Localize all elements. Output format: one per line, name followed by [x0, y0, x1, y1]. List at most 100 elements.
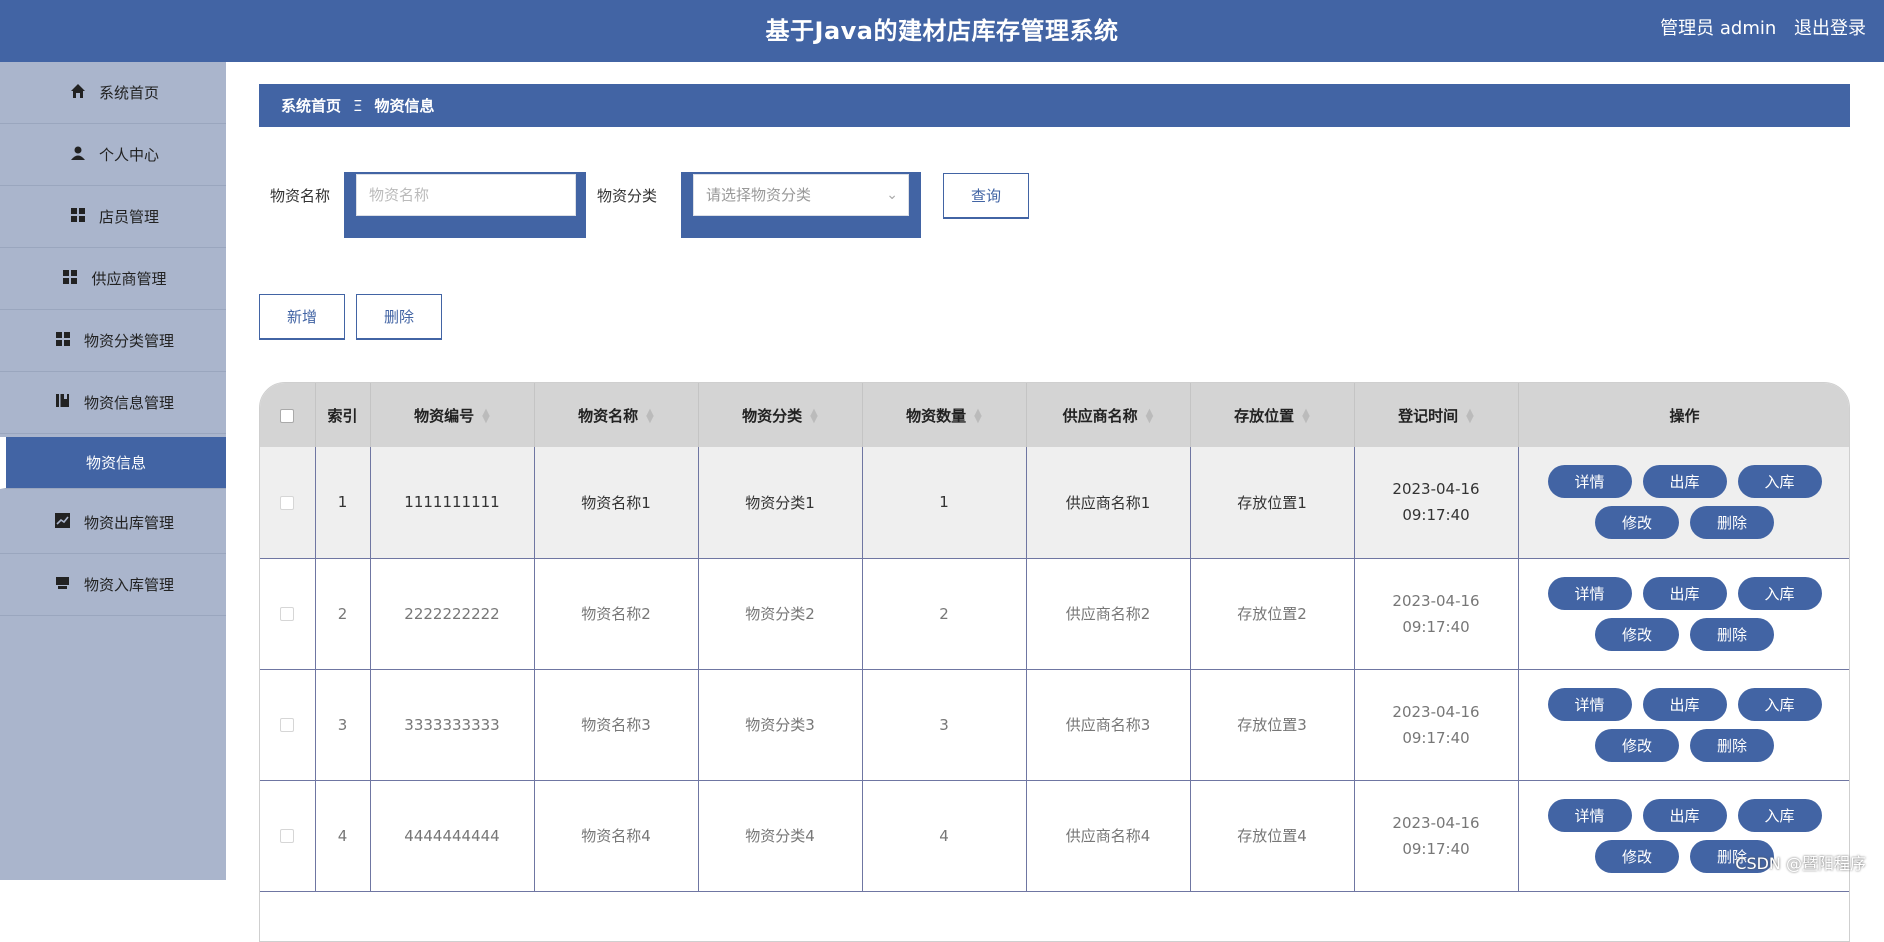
sort-icon[interactable]: ▲▼: [810, 409, 818, 423]
edit-button[interactable]: 修改: [1595, 618, 1679, 651]
table-header: 索引 物资编号▲▼ 物资名称▲▼ 物资分类▲▼ 物资数量▲▼ 供应商名称▲▼ 存…: [260, 383, 1850, 447]
in-button[interactable]: 入库: [1738, 577, 1822, 610]
breadcrumb-home[interactable]: 系统首页: [281, 95, 341, 116]
cell-ops: 详情 出库 入库 修改 删除: [1518, 780, 1850, 891]
category-select-placeholder: 请选择物资分类: [706, 186, 811, 204]
cell-supplier: 供应商名称2: [1026, 558, 1190, 669]
sidebar-item-label: 系统首页: [99, 82, 159, 103]
cell-time: 2023-04-16 09:17:40: [1354, 669, 1518, 780]
sort-icon[interactable]: ▲▼: [1302, 409, 1310, 423]
sidebar-item-material-manage[interactable]: 物资信息管理: [0, 372, 226, 434]
column-header-label: 存放位置: [1234, 407, 1294, 425]
app-title: 基于Java的建材店库存管理系统: [0, 0, 1884, 62]
table-row: 2 2222222222 物资名称2 物资分类2 2 供应商名称2 存放位置2 …: [260, 558, 1850, 669]
chevron-down-icon: ⌄: [886, 175, 898, 215]
sidebar-item-category[interactable]: 物资分类管理: [0, 310, 226, 372]
cell-category: 物资分类2: [698, 558, 862, 669]
cell-qty: 3: [862, 669, 1026, 780]
out-button[interactable]: 出库: [1643, 465, 1727, 498]
edit-button[interactable]: 修改: [1595, 506, 1679, 539]
cell-ops: 详情 出库 入库 修改 删除: [1518, 447, 1850, 558]
breadcrumb: 系统首页 Ξ 物资信息: [259, 84, 1850, 127]
sidebar-item-inbound[interactable]: 物资入库管理: [0, 554, 226, 616]
row-checkbox[interactable]: [280, 607, 294, 621]
select-all-checkbox[interactable]: [280, 409, 294, 423]
sort-icon[interactable]: ▲▼: [974, 409, 982, 423]
row-checkbox[interactable]: [280, 496, 294, 510]
column-header-code[interactable]: 物资编号 ▲▼: [370, 383, 534, 447]
sidebar-item-profile[interactable]: 个人中心: [0, 124, 226, 186]
row-delete-button[interactable]: 删除: [1690, 506, 1774, 539]
column-header-location[interactable]: 存放位置 ▲▼: [1190, 383, 1354, 447]
column-header-time[interactable]: 登记时间 ▲▼: [1354, 383, 1518, 447]
sidebar-item-home[interactable]: 系统首页: [0, 62, 226, 124]
cell-category: 物资分类4: [698, 780, 862, 891]
table-row: 4 4444444444 物资名称4 物资分类4 4 供应商名称4 存放位置4 …: [260, 780, 1850, 891]
cell-name: 物资名称3: [534, 669, 698, 780]
cell-name: 物资名称1: [534, 447, 698, 558]
sidebar-item-material-info[interactable]: 物资信息: [0, 437, 226, 489]
detail-button[interactable]: 详情: [1548, 465, 1632, 498]
row-select-cell: [260, 780, 315, 891]
cell-supplier: 供应商名称1: [1026, 447, 1190, 558]
sidebar-item-staff[interactable]: 店员管理: [0, 186, 226, 248]
sort-icon[interactable]: ▲▼: [646, 409, 654, 423]
out-button[interactable]: 出库: [1643, 577, 1727, 610]
row-delete-button[interactable]: 删除: [1690, 618, 1774, 651]
in-button[interactable]: 入库: [1738, 465, 1822, 498]
sidebar-item-label: 物资出库管理: [84, 512, 174, 533]
column-header-label: 物资分类: [742, 407, 802, 425]
sort-icon[interactable]: ▲▼: [1146, 409, 1154, 423]
sort-icon[interactable]: ▲▼: [482, 409, 490, 423]
cell-time: 2023-04-16 09:17:40: [1354, 780, 1518, 891]
out-button[interactable]: 出库: [1643, 688, 1727, 721]
cell-supplier: 供应商名称4: [1026, 780, 1190, 891]
cell-qty: 2: [862, 558, 1026, 669]
column-header-qty[interactable]: 物资数量 ▲▼: [862, 383, 1026, 447]
user-role: 管理员 admin: [1660, 18, 1776, 39]
cell-time: 2023-04-16 09:17:40: [1354, 447, 1518, 558]
row-checkbox[interactable]: [280, 829, 294, 843]
logout-link[interactable]: 退出登录: [1794, 18, 1866, 39]
edit-button[interactable]: 修改: [1595, 840, 1679, 873]
add-button[interactable]: 新增: [259, 294, 345, 340]
material-table: 索引 物资编号▲▼ 物资名称▲▼ 物资分类▲▼ 物资数量▲▼ 供应商名称▲▼ 存…: [259, 382, 1850, 942]
column-header-label: 物资数量: [906, 407, 966, 425]
column-header-label: 登记时间: [1398, 407, 1458, 425]
in-button[interactable]: 入库: [1738, 799, 1822, 832]
out-button[interactable]: 出库: [1643, 799, 1727, 832]
row-checkbox[interactable]: [280, 718, 294, 732]
cell-supplier: 供应商名称3: [1026, 669, 1190, 780]
detail-button[interactable]: 详情: [1548, 577, 1632, 610]
cell-index: 2: [315, 558, 370, 669]
in-button[interactable]: 入库: [1738, 688, 1822, 721]
time-text: 2023-04-16 09:17:40: [1355, 810, 1518, 862]
detail-button[interactable]: 详情: [1548, 799, 1632, 832]
grid-icon: [52, 332, 74, 350]
user-area: 管理员 admin 退出登录: [1648, 0, 1866, 58]
main-content: 系统首页 Ξ 物资信息 物资名称 物资分类 请选择物资分类 ⌄ 查询 新增 删除…: [226, 62, 1884, 880]
column-header-name[interactable]: 物资名称▲▼: [534, 383, 698, 447]
sidebar-item-label: 物资入库管理: [84, 574, 174, 595]
column-header-supplier[interactable]: 供应商名称▲▼: [1026, 383, 1190, 447]
chart-icon: [52, 513, 74, 532]
cell-index: 4: [315, 780, 370, 891]
sidebar-item-label: 店员管理: [99, 206, 159, 227]
cell-qty: 4: [862, 780, 1026, 891]
delete-button[interactable]: 删除: [356, 294, 442, 340]
edit-button[interactable]: 修改: [1595, 729, 1679, 762]
column-header-category[interactable]: 物资分类 ▲▼: [698, 383, 862, 447]
sidebar-item-outbound[interactable]: 物资出库管理: [0, 492, 226, 554]
cell-code: 2222222222: [370, 558, 534, 669]
query-button[interactable]: 查询: [943, 173, 1029, 219]
sort-icon[interactable]: ▲▼: [1466, 409, 1474, 423]
detail-button[interactable]: 详情: [1548, 688, 1632, 721]
category-select[interactable]: 请选择物资分类 ⌄: [693, 174, 909, 216]
sidebar-item-supplier[interactable]: 供应商管理: [0, 248, 226, 310]
sidebar-item-label: 个人中心: [99, 144, 159, 165]
name-search-input[interactable]: [356, 174, 576, 216]
cell-ops: 详情 出库 入库 修改 删除: [1518, 669, 1850, 780]
cell-code: 4444444444: [370, 780, 534, 891]
row-delete-button[interactable]: 删除: [1690, 729, 1774, 762]
column-header-label: 物资编号: [414, 407, 474, 425]
